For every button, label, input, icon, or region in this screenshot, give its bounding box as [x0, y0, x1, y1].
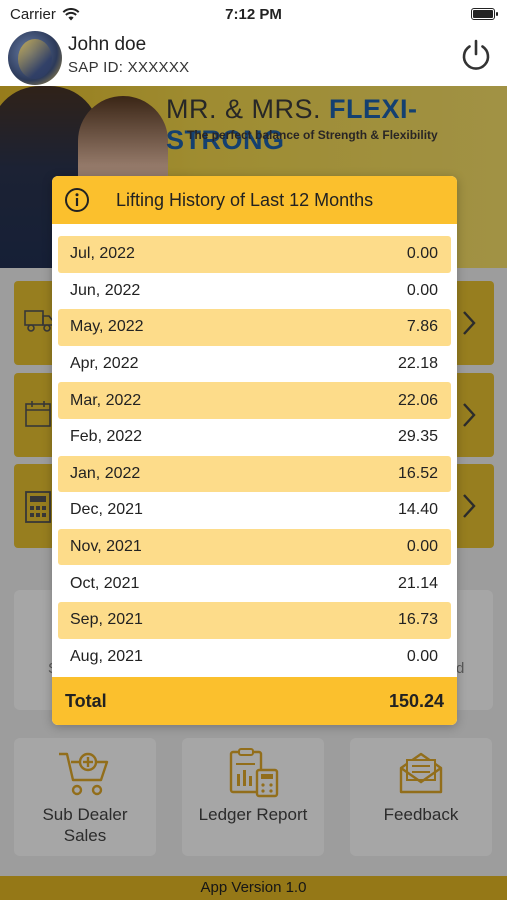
month-value: 16.52 — [397, 464, 438, 482]
power-icon[interactable] — [459, 38, 493, 72]
month-label: Jun, 2022 — [70, 281, 141, 299]
month-value: 22.18 — [397, 355, 438, 373]
user-name: John doe — [68, 34, 147, 55]
wifi-icon — [62, 7, 80, 20]
dialog-title: Lifting History of Last 12 Months — [116, 189, 374, 210]
list-item: Mar, 2022 22.06 — [58, 382, 451, 419]
list-item: Feb, 2022 29.35 — [58, 419, 451, 456]
month-label: Oct, 2021 — [70, 574, 140, 592]
month-label: Apr, 2022 — [70, 355, 139, 373]
info-icon — [65, 188, 89, 212]
app-header: John doe SAP ID: XXXXXX — [0, 28, 507, 86]
month-value: 0.00 — [406, 245, 438, 263]
list-item: Apr, 2022 22.18 — [58, 346, 451, 383]
month-value: 0.00 — [406, 647, 438, 665]
month-label: Dec, 2021 — [70, 501, 143, 519]
month-label: Mar, 2022 — [70, 391, 142, 409]
month-label: Nov, 2021 — [70, 538, 142, 556]
month-value: 21.14 — [397, 574, 438, 592]
month-value: 0.00 — [406, 281, 438, 299]
list-item: Nov, 2021 0.00 — [58, 528, 451, 566]
month-label: Aug, 2021 — [70, 647, 143, 665]
total-row: Total 150.24 — [52, 677, 457, 725]
month-value: 29.35 — [397, 428, 438, 446]
carrier-indicator: Carrier — [10, 6, 80, 23]
month-label: Jul, 2022 — [70, 245, 135, 263]
month-label: Sep, 2021 — [70, 611, 143, 629]
list-item: Dec, 2021 14.40 — [58, 492, 451, 529]
history-list: Jul, 2022 0.00 Jun, 2022 0.00 May, 2022 7.8… — [52, 224, 457, 675]
month-value: 16.73 — [397, 611, 438, 629]
battery-icon — [471, 8, 498, 20]
list-item: Jan, 2022 16.52 — [58, 455, 451, 493]
sap-id: SAP ID: XXXXXX — [68, 59, 190, 76]
list-item: Jun, 2022 0.00 — [58, 273, 451, 310]
list-item: Aug, 2021 0.00 — [58, 639, 451, 676]
dialog-header: Lifting History of Last 12 Months — [52, 176, 457, 224]
total-label: Total — [65, 690, 107, 711]
month-value: 7.86 — [406, 318, 438, 336]
status-bar: Carrier 7:12 PM — [0, 0, 507, 28]
list-item: Oct, 2021 21.14 — [58, 565, 451, 602]
month-label: May, 2022 — [70, 318, 144, 336]
list-item: Jul, 2022 0.00 — [58, 236, 451, 273]
avatar[interactable] — [8, 31, 62, 85]
carrier-label: Carrier — [10, 5, 56, 23]
month-value: 0.00 — [406, 538, 438, 556]
lifting-history-dialog: Lifting History of Last 12 Months Jul, 2… — [52, 176, 457, 725]
month-value: 14.40 — [397, 501, 438, 519]
month-value: 22.06 — [397, 391, 438, 409]
list-item: Sep, 2021 16.73 — [58, 601, 451, 639]
month-label: Jan, 2022 — [70, 464, 141, 482]
list-item: May, 2022 7.86 — [58, 309, 451, 346]
month-label: Feb, 2022 — [70, 428, 143, 446]
total-value: 150.24 — [388, 690, 444, 711]
